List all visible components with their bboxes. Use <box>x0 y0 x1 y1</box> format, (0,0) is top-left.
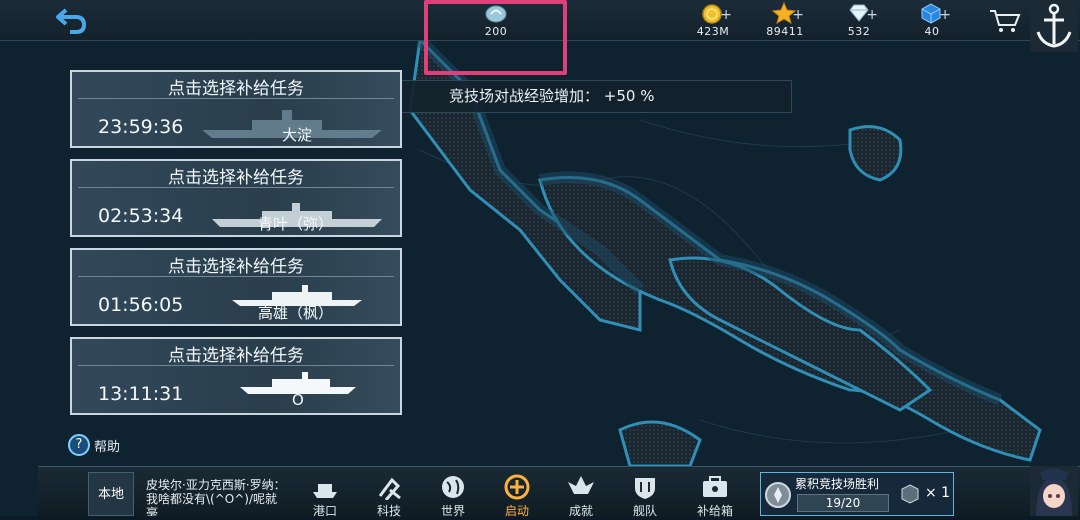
nav-world[interactable]: 世界 <box>428 474 478 518</box>
chat-message[interactable]: 皮埃尔·亚力克西斯·罗纳：我啥都没有\(^O^)/呢就毫 <box>146 478 286 516</box>
ship-name: 高雄（枫） <box>258 304 334 322</box>
ship-name: 青叶（弥） <box>258 215 334 233</box>
arena-medal-icon <box>765 482 791 508</box>
tech-icon <box>378 477 401 500</box>
globe-icon <box>442 476 464 498</box>
chat-channel-button[interactable]: 本地 <box>88 472 134 516</box>
mission-card[interactable]: 点击选择补给任务 23:59:36 大淀 <box>70 70 402 148</box>
fleet-icon <box>635 478 655 499</box>
back-button[interactable] <box>52 6 92 36</box>
anchor-icon <box>1030 0 1078 52</box>
fuel-reward-icon <box>901 484 919 504</box>
nav-label: 启动 <box>504 504 529 518</box>
mission-timer: 02:53:34 <box>98 205 184 227</box>
arena-bonus-text: 竞技场对战经验增加： +50 % <box>449 87 655 105</box>
cubes-resource[interactable]: + 40 <box>897 2 967 40</box>
supply-box-icon <box>703 476 727 497</box>
mission-timer: 13:11:31 <box>98 383 184 405</box>
mission-timer: 23:59:36 <box>98 116 184 138</box>
ship-name: 大淀 <box>282 126 313 144</box>
mission-title: 点击选择补给任务 <box>168 79 304 99</box>
mission-title: 点击选择补给任务 <box>168 257 304 277</box>
diamond-icon: + <box>846 2 878 24</box>
star-icon: + <box>771 1 804 25</box>
nav-label: 舰队 <box>632 504 657 518</box>
help-button[interactable]: ? 帮助 <box>68 434 120 456</box>
diamonds-resource[interactable]: + 532 <box>824 2 894 40</box>
character-portrait-icon <box>1030 466 1078 516</box>
achievement-icon <box>568 476 594 494</box>
blue-cube-icon: + <box>919 2 951 24</box>
nav-label: 补给箱 <box>696 504 733 518</box>
card-divider <box>78 276 394 277</box>
card-divider <box>78 365 394 366</box>
nav-label: 成就 <box>568 504 593 518</box>
help-label: 帮助 <box>94 439 121 455</box>
diamonds-value: 532 <box>847 25 871 38</box>
card-divider <box>78 187 394 188</box>
gold-coin-icon: + <box>700 2 732 24</box>
cubes-plus[interactable]: + <box>939 8 951 22</box>
highlight-box <box>424 0 567 75</box>
anchor-menu-button[interactable] <box>1030 0 1078 52</box>
mission-card[interactable]: 点击选择补给任务 02:53:34 青叶（弥） <box>70 159 402 237</box>
mission-title: 点击选择补给任务 <box>168 346 304 366</box>
mission-card[interactable]: 点击选择补给任务 13:11:31 O <box>70 337 402 415</box>
nav-harbor[interactable]: 港口 <box>300 474 350 518</box>
start-icon <box>504 474 530 500</box>
nav-label: 港口 <box>312 504 337 518</box>
stars-plus[interactable]: + <box>792 8 804 22</box>
nav-label: 世界 <box>440 504 465 518</box>
card-divider <box>78 98 394 99</box>
harbor-icon <box>313 484 337 498</box>
nav-label: 科技 <box>376 504 401 518</box>
gold-value: 423M <box>696 25 730 38</box>
arena-wins-panel[interactable]: 累积竞技场胜利 19/20 × 1 <box>760 472 954 516</box>
help-icon: ? <box>68 434 90 456</box>
back-arrow-icon <box>56 8 87 34</box>
arena-title: 累积竞技场胜利 <box>795 477 880 491</box>
stars-resource[interactable]: + 89411 <box>750 1 820 40</box>
nav-supply-box[interactable]: 补给箱 <box>690 474 740 518</box>
shop-button[interactable] <box>988 8 1022 38</box>
ship-name: O <box>292 391 304 409</box>
diamonds-plus[interactable]: + <box>866 8 878 22</box>
cubes-value: 40 <box>924 25 940 38</box>
stars-value: 89411 <box>766 25 804 38</box>
arena-reward-count: × 1 <box>925 485 951 501</box>
nav-achievement[interactable]: 成就 <box>556 474 606 518</box>
mission-title: 点击选择补给任务 <box>168 168 304 188</box>
mission-card[interactable]: 点击选择补给任务 01:56:05 高雄（枫） <box>70 248 402 326</box>
nav-fleet[interactable]: 舰队 <box>620 474 670 518</box>
cart-icon <box>990 10 1021 32</box>
gold-plus[interactable]: + <box>720 8 732 22</box>
nav-start[interactable]: 启动 <box>492 474 542 518</box>
arena-progress: 19/20 <box>797 494 889 512</box>
avatar[interactable] <box>1030 466 1078 516</box>
mission-timer: 01:56:05 <box>98 294 184 316</box>
nav-tech[interactable]: 科技 <box>364 474 414 518</box>
gold-resource[interactable]: + 423M <box>678 2 748 40</box>
